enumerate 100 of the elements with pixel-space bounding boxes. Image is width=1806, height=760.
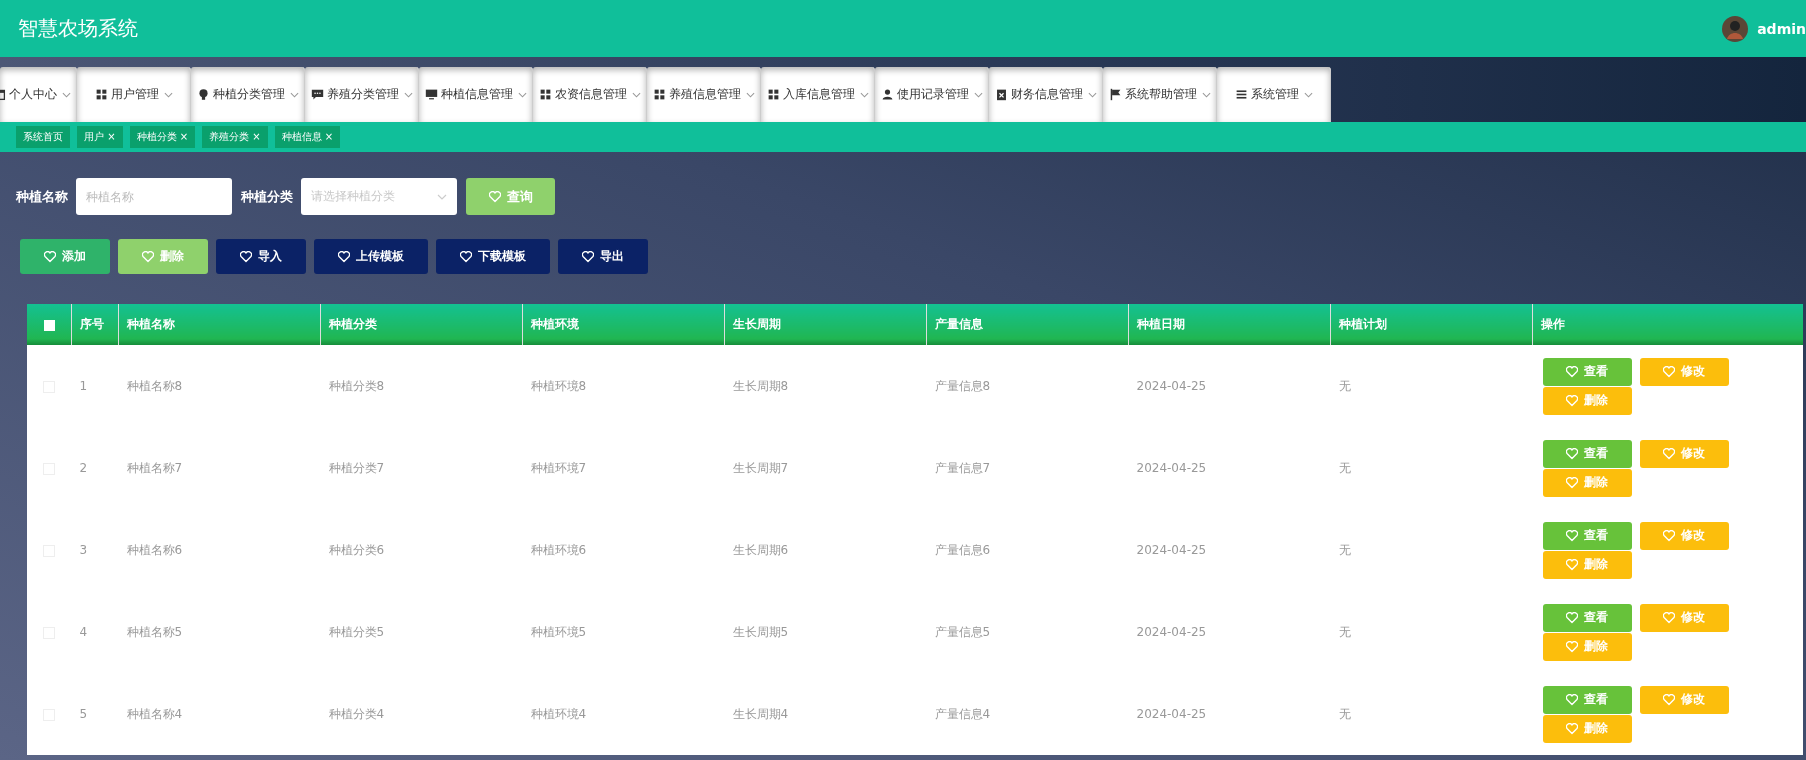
search-button[interactable]: 查询 xyxy=(466,178,555,215)
table-cell: 无 xyxy=(1338,378,1351,393)
heart-icon xyxy=(488,190,501,203)
action-button[interactable]: 导出 xyxy=(558,239,648,274)
table-cell: 产量信息4 xyxy=(934,706,991,721)
menu-tab[interactable]: 养殖分类管理 xyxy=(305,67,419,122)
column-header: 种植环境 xyxy=(522,304,725,345)
chevron-down-icon xyxy=(1201,91,1211,98)
heart-icon xyxy=(1663,365,1675,378)
heart-icon xyxy=(338,250,350,263)
row-action-button[interactable]: 查看 xyxy=(1542,357,1632,386)
menu-tab[interactable]: 种植信息管理 xyxy=(419,67,533,122)
column-header: 种植日期 xyxy=(1128,304,1331,345)
column-header: 种植计划 xyxy=(1330,304,1533,345)
row-action-button[interactable]: 查看 xyxy=(1542,603,1632,632)
menu-icon xyxy=(1234,88,1248,101)
table-cell: 无 xyxy=(1338,624,1351,639)
menu-tab[interactable]: 养殖信息管理 xyxy=(647,67,761,122)
menu-tab[interactable]: 用户管理 xyxy=(77,67,191,122)
chevron-down-icon xyxy=(859,91,869,98)
table-cell: 3 xyxy=(79,543,88,557)
input-field[interactable]: 种植名称 xyxy=(76,178,232,215)
table-cell: 无 xyxy=(1338,460,1351,475)
row-action-button[interactable]: 查看 xyxy=(1542,521,1632,550)
heart-icon xyxy=(1566,693,1578,706)
chevron-down-icon xyxy=(745,91,755,98)
table-cell: 4 xyxy=(79,625,88,639)
column-header: 操作 xyxy=(1532,304,1803,345)
row-action-button[interactable]: 查看 xyxy=(1542,685,1632,714)
heart-icon xyxy=(1566,529,1578,542)
heart-icon xyxy=(1566,394,1578,407)
chevron-down-icon xyxy=(631,91,641,98)
action-button[interactable]: 删除 xyxy=(118,239,208,274)
table-cell: 种植名称8 xyxy=(126,378,183,393)
action-button[interactable]: 添加 xyxy=(20,239,110,274)
page-tag[interactable]: 系统首页 xyxy=(16,126,70,148)
menu-tab[interactable]: 种植分类管理 xyxy=(191,67,305,122)
table-cell: 生长周期5 xyxy=(732,624,789,639)
app-title: 智慧农场系统 xyxy=(18,15,138,42)
table-cell: 5 xyxy=(79,707,88,721)
table-cell: 种植名称7 xyxy=(126,460,183,475)
chevron-down-icon xyxy=(163,91,173,98)
heart-icon xyxy=(1566,447,1578,460)
table-cell: 种植分类6 xyxy=(328,542,385,557)
menu-tab[interactable]: 系统帮助管理 xyxy=(1103,67,1217,122)
grid-icon xyxy=(766,88,780,101)
menu-tab[interactable]: 财务信息管理 xyxy=(989,67,1103,122)
monitor-icon xyxy=(424,88,438,101)
table-cell: 生长周期4 xyxy=(732,706,789,721)
action-button[interactable]: 导入 xyxy=(216,239,306,274)
page-tag[interactable]: 种植信息 × xyxy=(274,126,341,148)
table-cell: 生长周期6 xyxy=(732,542,789,557)
table-cell: 2024-04-25 xyxy=(1136,707,1207,721)
heart-icon xyxy=(1566,476,1578,489)
heart-icon xyxy=(1566,558,1578,571)
chevron-down-icon xyxy=(62,91,71,98)
heart-icon xyxy=(1663,447,1675,460)
menu-tab[interactable]: 系统管理 xyxy=(1217,67,1331,122)
heart-icon xyxy=(1663,611,1675,624)
table-cell: 2024-04-25 xyxy=(1136,625,1207,639)
select-all-checkbox[interactable] xyxy=(43,319,55,331)
field-label: 种植名称 xyxy=(16,187,68,206)
chat-icon xyxy=(310,88,324,101)
heart-icon xyxy=(44,250,56,263)
heart-icon xyxy=(1566,640,1578,653)
action-button[interactable]: 下载模板 xyxy=(436,239,550,274)
chevron-down-icon xyxy=(289,91,299,98)
page-tag[interactable]: 种植分类 × xyxy=(129,126,196,148)
table-cell: 生长周期8 xyxy=(732,378,789,393)
page-tag[interactable]: 养殖分类 × xyxy=(202,126,268,148)
table-cell: 种植分类7 xyxy=(328,460,385,475)
column-header: 产量信息 xyxy=(926,304,1129,345)
table-cell: 无 xyxy=(1338,542,1351,557)
table-cell: 产量信息8 xyxy=(934,378,991,393)
table-cell: 种植环境7 xyxy=(530,460,587,475)
menu-tab[interactable]: 个人中心 xyxy=(0,67,77,122)
chevron-down-icon xyxy=(1087,91,1097,98)
table-cell: 产量信息5 xyxy=(934,624,991,639)
grid-icon xyxy=(94,88,108,101)
heart-icon xyxy=(1566,365,1578,378)
action-button[interactable]: 上传模板 xyxy=(314,239,428,274)
menu-tab[interactable]: 农资信息管理 xyxy=(533,67,647,122)
table-cell: 种植环境4 xyxy=(530,706,587,721)
chevron-down-icon xyxy=(403,91,413,98)
heart-icon xyxy=(582,250,594,263)
page-tag[interactable]: 用户 × xyxy=(77,126,123,148)
table-cell: 1 xyxy=(79,379,88,393)
table-cell: 种植环境8 xyxy=(530,378,587,393)
user-name[interactable]: admin xyxy=(1757,20,1806,37)
menu-tab[interactable]: 使用记录管理 xyxy=(875,67,989,122)
table-cell: 种植名称6 xyxy=(126,542,183,557)
heart-icon xyxy=(1663,529,1675,542)
heart-icon xyxy=(1566,722,1578,735)
table-cell: 种植环境6 xyxy=(530,542,587,557)
chevron-down-icon xyxy=(437,193,447,200)
heart-icon xyxy=(142,250,154,263)
field-label: 种植分类 xyxy=(241,187,293,206)
heart-icon xyxy=(240,250,252,263)
row-action-button[interactable]: 查看 xyxy=(1542,439,1632,468)
menu-tab[interactable]: 入库信息管理 xyxy=(761,67,875,122)
